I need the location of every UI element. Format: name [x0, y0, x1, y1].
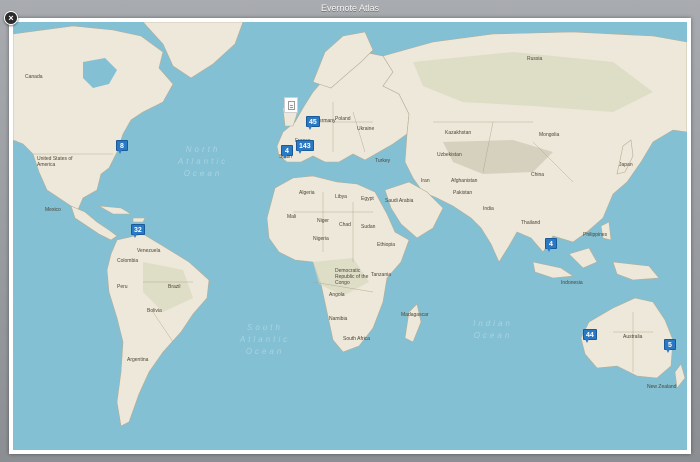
label-ethiopia: Ethiopia — [377, 242, 396, 248]
label-canada: Canada — [25, 74, 43, 80]
document-icon — [288, 101, 295, 110]
label-afghanistan: Afghanistan — [451, 178, 478, 184]
label-bolivia: Bolivia — [147, 308, 162, 314]
map-marker-spain[interactable]: 4 — [281, 145, 293, 159]
label-angola: Angola — [329, 292, 345, 298]
map-marker-london[interactable]: 45 — [306, 116, 320, 130]
label-argentina: Argentina — [127, 357, 149, 363]
label-brazil: Brazil — [168, 284, 181, 290]
label-australia: Australia — [623, 334, 643, 340]
label-north-atlantic: North Atlantic Ocean — [177, 145, 229, 178]
label-kazakhstan: Kazakhstan — [445, 130, 472, 136]
label-peru: Peru — [117, 284, 128, 290]
label-saudi: Saudi Arabia — [385, 198, 414, 204]
label-algeria: Algeria — [299, 190, 315, 196]
label-uzbekistan: Uzbekistan — [437, 152, 462, 158]
label-venezuela: Venezuela — [137, 248, 161, 254]
label-chad: Chad — [339, 222, 351, 228]
note-preview-marker[interactable] — [284, 97, 298, 113]
label-nigeria: Nigeria — [313, 236, 329, 242]
label-tanzania: Tanzania — [371, 272, 392, 278]
label-thailand: Thailand — [521, 220, 541, 226]
label-new-zealand: New Zealand — [647, 384, 677, 390]
label-drc: Democratic Republic of the Congo — [335, 268, 369, 286]
label-libya: Libya — [335, 194, 347, 200]
label-colombia: Colombia — [117, 258, 139, 264]
map-marker-mediterranean[interactable]: 143 — [296, 140, 314, 154]
label-indian-ocean: Indian Ocean — [473, 319, 513, 340]
label-indonesia: Indonesia — [561, 280, 583, 286]
map-frame: Canada United States of America Mexico B… — [9, 18, 691, 454]
label-mongolia: Mongolia — [539, 132, 560, 138]
label-pakistan: Pakistan — [453, 190, 473, 196]
label-mali: Mali — [287, 214, 297, 220]
close-button[interactable]: × — [4, 11, 18, 25]
label-madagascar: Madagascar — [401, 312, 429, 318]
label-sudan: Sudan — [361, 224, 376, 230]
world-map[interactable]: Canada United States of America Mexico B… — [13, 22, 687, 450]
label-russia: Russia — [527, 56, 543, 62]
label-namibia: Namibia — [329, 316, 348, 322]
map-marker-perth[interactable]: 44 — [583, 329, 597, 343]
label-ukraine: Ukraine — [357, 126, 375, 132]
map-marker-new-york[interactable]: 8 — [116, 140, 128, 154]
label-japan: Japan — [619, 162, 633, 168]
map-marker-thailand[interactable]: 4 — [545, 238, 557, 252]
label-mexico: Mexico — [45, 207, 61, 213]
label-poland: Poland — [335, 116, 351, 122]
label-south-africa: South Africa — [343, 336, 370, 342]
label-india: India — [483, 206, 494, 212]
label-philippines: Philippines — [583, 232, 608, 238]
label-china: China — [531, 172, 545, 178]
label-usa: United States of America — [37, 156, 73, 168]
label-turkey: Turkey — [375, 158, 391, 164]
app-window: Evernote Atlas × Canada United States of… — [0, 0, 700, 462]
map-marker-sydney[interactable]: 5 — [664, 339, 676, 353]
label-south-atlantic: South Atlantic Ocean — [239, 323, 291, 356]
label-niger: Niger — [317, 218, 329, 224]
label-iran: Iran — [421, 178, 430, 184]
map-marker-caribbean[interactable]: 32 — [131, 224, 145, 238]
window-title: Evernote Atlas — [320, 3, 380, 13]
label-egypt: Egypt — [361, 196, 374, 202]
